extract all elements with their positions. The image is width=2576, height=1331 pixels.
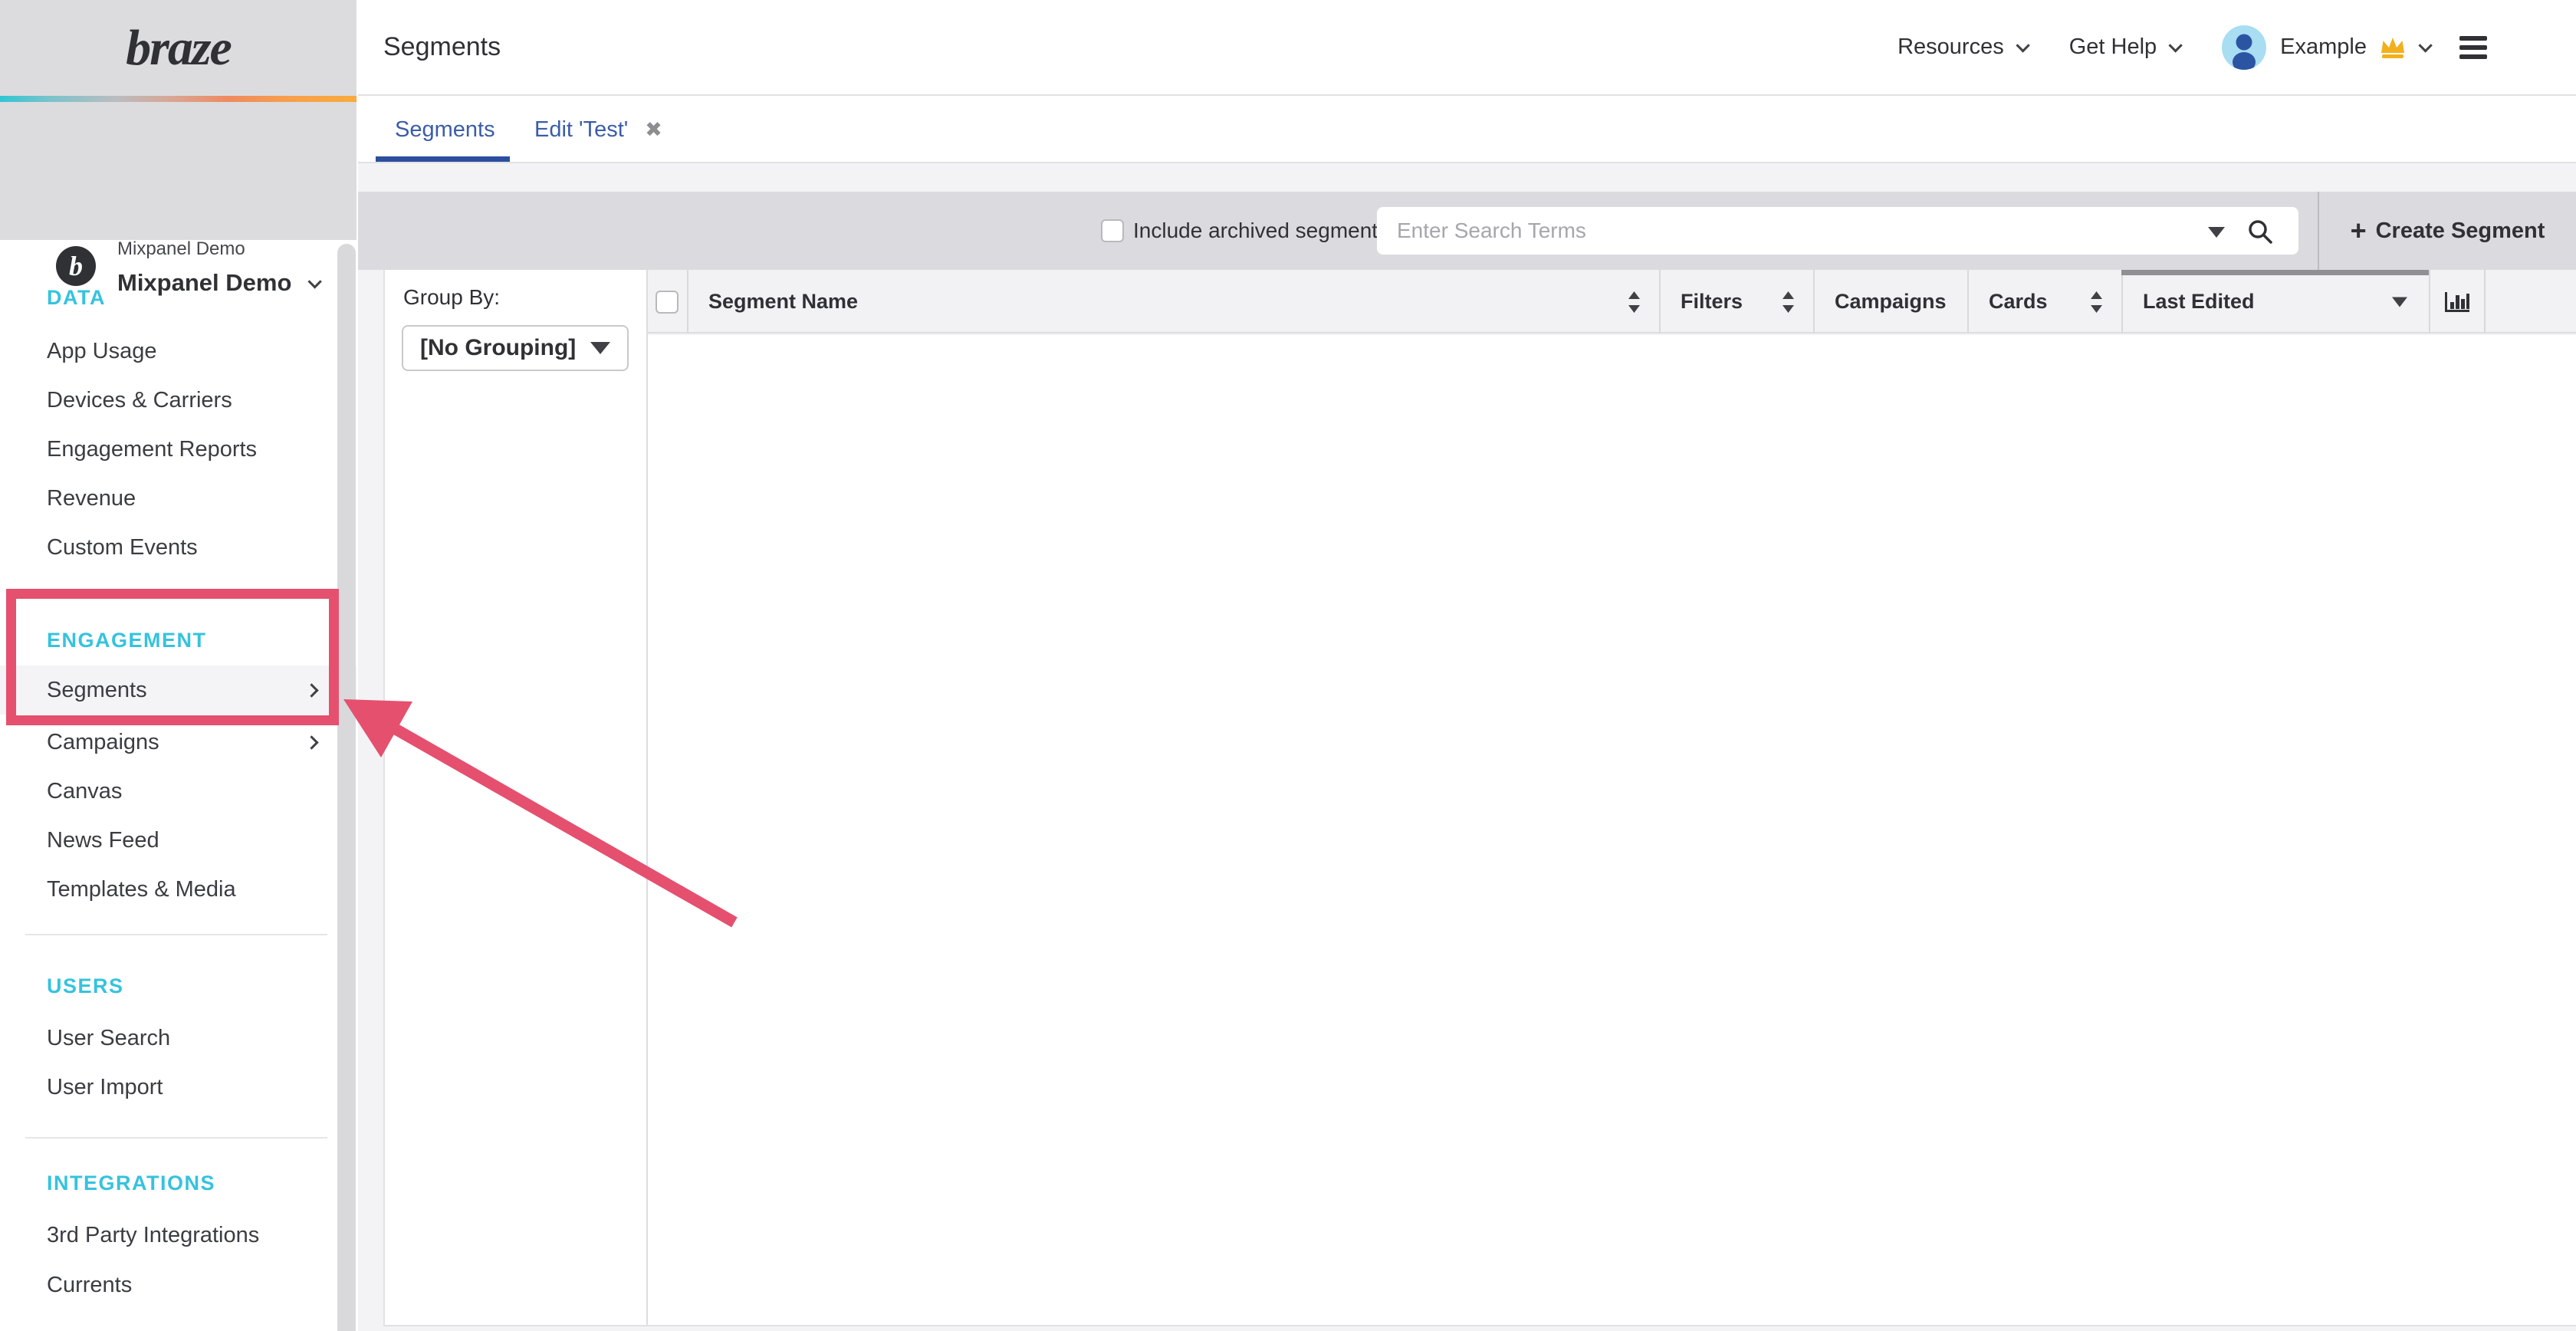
sorted-column-indicator <box>2121 270 2429 275</box>
get-help-menu[interactable]: Get Help <box>2069 35 2179 60</box>
page-title: Segments <box>383 32 501 62</box>
column-header-cards[interactable]: Cards <box>1967 270 2121 334</box>
sidebar-item-segments[interactable]: Segments <box>0 666 356 715</box>
user-menu[interactable]: Example <box>2280 35 2429 60</box>
sort-updown-icon[interactable] <box>2090 291 2103 313</box>
sidebar-item-canvas[interactable]: Canvas <box>0 767 356 816</box>
section-header-integrations: INTEGRATIONS <box>0 1168 356 1198</box>
sidebar-divider <box>25 1137 327 1139</box>
chevron-down-icon <box>2169 38 2183 52</box>
segments-toolbar: Include archived segments + Create Segme… <box>358 192 2576 270</box>
main-content: Segments Resources Get Help <box>358 0 2576 1331</box>
sidebar-item-revenue[interactable]: Revenue <box>0 474 356 523</box>
column-header-filters[interactable]: Filters <box>1659 270 1813 334</box>
sidebar-scrollbar[interactable] <box>337 244 356 1331</box>
sidebar-item-3rd-party-integrations[interactable]: 3rd Party Integrations <box>0 1211 356 1260</box>
sidebar-nav: DATA App Usage Devices & Carriers Engage… <box>0 240 358 1331</box>
sort-updown-icon[interactable] <box>1782 291 1795 313</box>
segments-table-header: Segment Name Filters Campaigns Cards <box>648 270 2576 334</box>
sort-updown-icon[interactable] <box>1628 291 1641 313</box>
section-header-users: USERS <box>0 971 356 1001</box>
hamburger-menu-icon[interactable] <box>2459 36 2487 59</box>
column-header-spacer <box>2484 270 2576 334</box>
user-name: Example <box>2280 35 2367 60</box>
sidebar-item-custom-events[interactable]: Custom Events <box>0 523 356 572</box>
active-tab-underline <box>376 156 510 162</box>
braze-logo: braze <box>126 19 231 77</box>
top-bar: Segments Resources Get Help <box>358 0 2576 96</box>
search-dropdown-caret-icon[interactable] <box>2208 227 2225 238</box>
resources-menu[interactable]: Resources <box>1898 35 2026 60</box>
tab-bar: Segments Edit 'Test' ✖ <box>358 97 2576 163</box>
column-header-campaigns[interactable]: Campaigns <box>1813 270 1967 334</box>
sidebar-item-app-usage[interactable]: App Usage <box>0 327 356 376</box>
content-bottom-divider <box>383 1325 2576 1326</box>
sidebar-item-engagement-reports[interactable]: Engagement Reports <box>0 425 356 474</box>
include-archived-label: Include archived segments <box>1133 192 1388 270</box>
sidebar-item-user-import[interactable]: User Import <box>0 1063 356 1112</box>
braze-dashboard: braze b Mixpanel Demo Mixpanel Demo DATA… <box>0 0 2576 1331</box>
sidebar-item-user-search[interactable]: User Search <box>0 1014 356 1063</box>
section-header-data: DATA <box>0 282 356 313</box>
sidebar-item-currents[interactable]: Currents <box>0 1260 356 1310</box>
close-icon[interactable]: ✖ <box>645 118 662 142</box>
sidebar-item-news-feed[interactable]: News Feed <box>0 816 356 865</box>
column-header-segment-name[interactable]: Segment Name <box>687 270 1659 334</box>
tab-segments[interactable]: Segments <box>395 97 495 162</box>
chevron-right-icon <box>304 683 318 697</box>
chevron-right-icon <box>304 735 318 749</box>
user-avatar[interactable] <box>2222 25 2266 70</box>
sort-desc-caret-icon <box>2392 297 2407 307</box>
group-by-label: Group By: <box>403 285 500 310</box>
dropdown-caret-icon <box>590 342 610 354</box>
select-all-checkbox-cell <box>648 270 687 334</box>
chevron-down-icon <box>2418 38 2432 52</box>
segments-table-body <box>648 335 2576 1325</box>
group-by-panel: Group By: [No Grouping] <box>383 270 648 1325</box>
section-header-engagement: ENGAGEMENT <box>0 625 356 656</box>
select-all-checkbox[interactable] <box>656 291 678 314</box>
brand-header: braze <box>0 0 356 96</box>
search-input[interactable] <box>1377 207 2298 255</box>
crown-icon <box>2379 35 2407 60</box>
bar-chart-icon <box>2443 289 2471 315</box>
search-icon[interactable] <box>2246 218 2274 245</box>
sidebar-item-campaigns[interactable]: Campaigns <box>0 718 356 767</box>
sidebar-item-templates-media[interactable]: Templates & Media <box>0 865 356 914</box>
column-header-last-edited[interactable]: Last Edited <box>2121 270 2429 334</box>
group-by-value: [No Grouping] <box>420 335 576 361</box>
sidebar-divider <box>25 934 327 935</box>
column-header-analytics[interactable] <box>2429 270 2484 334</box>
workspace-switcher[interactable]: b Mixpanel Demo Mixpanel Demo <box>0 102 356 240</box>
chevron-down-icon <box>2016 38 2029 52</box>
sidebar-item-devices-carriers[interactable]: Devices & Carriers <box>0 376 356 425</box>
sidebar: braze b Mixpanel Demo Mixpanel Demo DATA… <box>0 0 358 1331</box>
content-body: Include archived segments + Create Segme… <box>358 163 2576 1331</box>
create-segment-button[interactable]: + Create Segment <box>2319 192 2576 270</box>
tab-edit-test[interactable]: Edit 'Test' ✖ <box>534 97 662 162</box>
include-archived-checkbox[interactable] <box>1101 219 1124 242</box>
brand-gradient-bar <box>0 96 356 102</box>
plus-icon: + <box>2351 217 2367 245</box>
group-by-dropdown[interactable]: [No Grouping] <box>402 325 629 371</box>
